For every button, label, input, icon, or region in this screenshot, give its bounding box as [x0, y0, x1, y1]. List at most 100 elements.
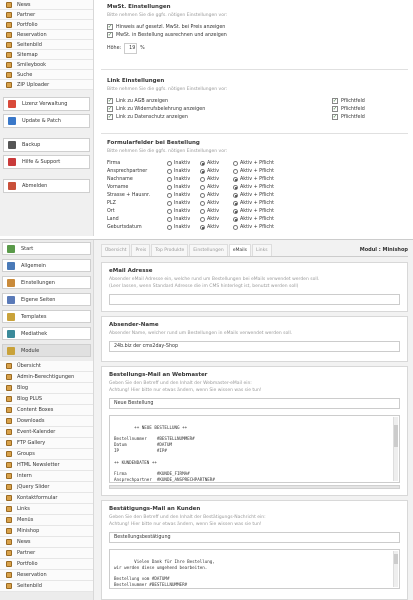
module-item[interactable]: Blog: [0, 383, 93, 394]
radio-option[interactable]: Aktiv + Pflicht: [233, 192, 283, 198]
radio-option[interactable]: Aktiv: [200, 200, 233, 206]
customer-subject-input[interactable]: Bestellungsbestätigung: [109, 532, 400, 543]
radio-option[interactable]: Inaktiv: [167, 168, 200, 174]
radio-button[interactable]: [233, 208, 238, 214]
resize-handle[interactable]: [109, 485, 400, 489]
radio-option[interactable]: Aktiv: [200, 160, 233, 166]
radio-option[interactable]: Aktiv + Pflicht: [233, 224, 283, 230]
radio-button[interactable]: [200, 184, 205, 190]
radio-button[interactable]: [167, 208, 172, 214]
nav-item[interactable]: Templates: [2, 310, 91, 323]
mwst-option-2[interactable]: ✓ MwSt. in Bestellung ausrechnen und anze…: [107, 31, 402, 39]
module-item[interactable]: jQuery Slider: [0, 482, 93, 493]
radio-button[interactable]: [167, 192, 172, 198]
radio-option[interactable]: Inaktiv: [167, 192, 200, 198]
tab[interactable]: Top Produkte: [151, 244, 189, 256]
module-item[interactable]: Menüs: [0, 515, 93, 526]
module-item[interactable]: Partner: [0, 548, 93, 559]
scrollbar[interactable]: [393, 417, 398, 481]
module-item[interactable]: Blog PLUS: [0, 394, 93, 405]
sidebar-item[interactable]: Partner: [0, 10, 93, 20]
tab[interactable]: Links: [252, 244, 272, 256]
radio-option[interactable]: Inaktiv: [167, 176, 200, 182]
radio-button[interactable]: [167, 176, 172, 182]
sidebar-item[interactable]: Seitenbild: [0, 40, 93, 50]
radio-option[interactable]: Aktiv: [200, 216, 233, 222]
webmaster-subject-input[interactable]: Neue Bestellung: [109, 398, 400, 409]
mwst-option-1[interactable]: ✓ Hinweis auf gesetzl. MwSt. bei Preis an…: [107, 23, 402, 31]
radio-button[interactable]: [233, 184, 238, 190]
radio-option[interactable]: Inaktiv: [167, 184, 200, 190]
radio-option[interactable]: Aktiv + Pflicht: [233, 184, 283, 190]
tab[interactable]: Einstellungen: [189, 244, 228, 256]
checkbox[interactable]: ✓: [107, 98, 113, 104]
checkbox[interactable]: ✓: [332, 98, 338, 104]
radio-button[interactable]: [200, 200, 205, 206]
sidebar-item[interactable]: Sitemap: [0, 50, 93, 60]
radio-button[interactable]: [200, 168, 205, 174]
radio-button[interactable]: [167, 224, 172, 230]
sidebar-button[interactable]: Lizenz Verwaltung: [3, 97, 90, 111]
checkbox[interactable]: ✓: [107, 106, 113, 112]
nav-item[interactable]: Allgemein: [2, 259, 91, 272]
module-item[interactable]: Kontaktformular: [0, 493, 93, 504]
checkbox[interactable]: ✓: [107, 24, 113, 30]
module-item[interactable]: Downloads: [0, 416, 93, 427]
module-item[interactable]: HTML Newsletter: [0, 460, 93, 471]
radio-option[interactable]: Aktiv + Pflicht: [233, 168, 283, 174]
nav-item[interactable]: Start: [2, 242, 91, 255]
radio-button[interactable]: [233, 200, 238, 206]
sidebar-item[interactable]: Reservation: [0, 30, 93, 40]
nav-item[interactable]: Eigene Seiten: [2, 293, 91, 306]
radio-button[interactable]: [200, 176, 205, 182]
nav-item[interactable]: Module: [2, 344, 91, 357]
radio-option[interactable]: Inaktiv: [167, 208, 200, 214]
height-input[interactable]: 19: [124, 43, 138, 54]
checkbox[interactable]: ✓: [332, 114, 338, 120]
sender-name-input[interactable]: 24b.biz der cms2day-Shop: [109, 341, 400, 352]
radio-button[interactable]: [233, 224, 238, 230]
module-item[interactable]: Seitenbild: [0, 581, 93, 592]
radio-button[interactable]: [233, 192, 238, 198]
sidebar-button[interactable]: Update & Patch: [3, 114, 90, 128]
radio-button[interactable]: [167, 160, 172, 166]
sidebar-button[interactable]: Backup: [3, 138, 90, 152]
radio-button[interactable]: [200, 160, 205, 166]
customer-body-textarea[interactable]: Vielen Dank für Ihre Bestellung, wir wer…: [109, 549, 400, 589]
checkbox[interactable]: ✓: [107, 114, 113, 120]
scrollbar[interactable]: [393, 551, 398, 587]
tab[interactable]: Preis: [131, 244, 151, 256]
nav-item[interactable]: Einstellungen: [2, 276, 91, 289]
radio-option[interactable]: Aktiv: [200, 184, 233, 190]
module-item[interactable]: Groups: [0, 449, 93, 460]
nav-item[interactable]: Mediathek: [2, 327, 91, 340]
sidebar-button[interactable]: Hilfe & Support: [3, 155, 90, 169]
radio-option[interactable]: Aktiv: [200, 224, 233, 230]
radio-button[interactable]: [167, 200, 172, 206]
sidebar-button[interactable]: Abmelden: [3, 179, 90, 193]
radio-option[interactable]: Aktiv + Pflicht: [233, 216, 283, 222]
radio-button[interactable]: [167, 216, 172, 222]
radio-option[interactable]: Aktiv + Pflicht: [233, 160, 283, 166]
radio-option[interactable]: Aktiv: [200, 208, 233, 214]
radio-option[interactable]: Aktiv + Pflicht: [233, 200, 283, 206]
checkbox[interactable]: ✓: [332, 106, 338, 112]
sidebar-item[interactable]: Smileybook: [0, 60, 93, 70]
module-item[interactable]: News: [0, 537, 93, 548]
radio-option[interactable]: Aktiv: [200, 192, 233, 198]
radio-option[interactable]: Aktiv + Pflicht: [233, 208, 283, 214]
module-item[interactable]: Content Boxes: [0, 405, 93, 416]
radio-option[interactable]: Inaktiv: [167, 160, 200, 166]
module-item[interactable]: Event-Kalender: [0, 427, 93, 438]
radio-button[interactable]: [200, 224, 205, 230]
tab[interactable]: eMails: [228, 244, 252, 256]
module-item[interactable]: Übersicht: [0, 361, 93, 372]
sidebar-item[interactable]: Suche: [0, 70, 93, 80]
module-item[interactable]: Links: [0, 504, 93, 515]
radio-button[interactable]: [233, 176, 238, 182]
module-item[interactable]: Intern: [0, 471, 93, 482]
radio-button[interactable]: [233, 160, 238, 166]
checkbox[interactable]: ✓: [107, 32, 113, 38]
sidebar-item[interactable]: News: [0, 0, 93, 10]
radio-button[interactable]: [233, 216, 238, 222]
